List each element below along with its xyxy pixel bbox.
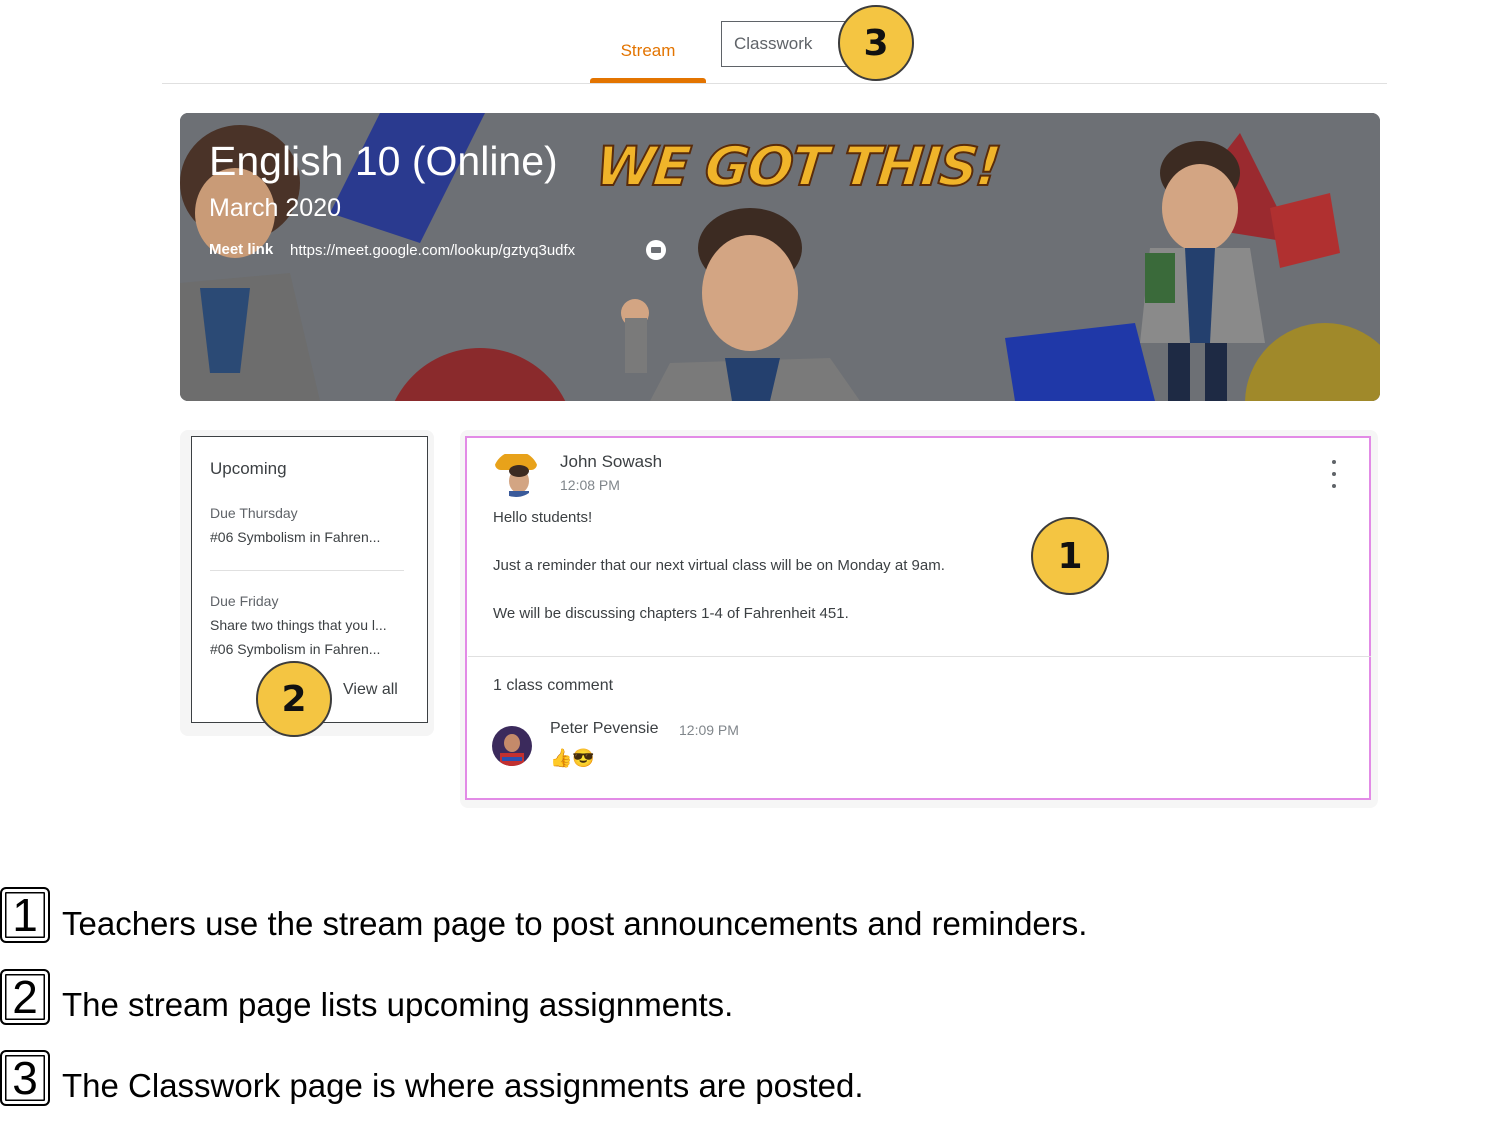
- upcoming-due-label: Due Thursday: [210, 505, 298, 521]
- upcoming-separator: [210, 570, 404, 571]
- author-avatar: [493, 451, 539, 497]
- comment-separator: [468, 656, 1371, 657]
- upcoming-assignment-link[interactable]: #06 Symbolism in Fahren...: [210, 529, 380, 545]
- class-title: English 10 (Online): [209, 138, 558, 184]
- comment-timestamp: 12:09 PM: [679, 722, 739, 738]
- callout-3: 3: [838, 5, 914, 81]
- more-vert-icon[interactable]: [1326, 460, 1342, 488]
- view-all-link[interactable]: View all: [343, 681, 398, 699]
- post-timestamp: 12:08 PM: [560, 477, 620, 493]
- copy-link-icon[interactable]: [645, 240, 667, 262]
- legend-text-2: The stream page lists upcoming assignmen…: [62, 986, 734, 1023]
- legend-text-1: Teachers use the stream page to post ann…: [62, 905, 1088, 942]
- post-line: We will be discussing chapters 1-4 of Fa…: [493, 605, 849, 622]
- banner-slogan: WE GOT THIS!: [592, 134, 1003, 199]
- tab-divider: [162, 83, 1387, 84]
- legend-number-3: 3: [0, 1050, 50, 1106]
- comment-text: 👍😎: [550, 748, 595, 768]
- legend-number-1: 1: [0, 887, 50, 943]
- tab-classwork[interactable]: Classwork: [721, 21, 851, 67]
- tab-classwork-label: Classwork: [734, 34, 813, 53]
- post-line: Hello students!: [493, 509, 593, 526]
- callout-1: 1: [1031, 517, 1109, 595]
- class-subtitle: March 2020: [209, 194, 342, 222]
- meet-link-label: Meet link: [209, 241, 274, 258]
- tab-stream-label: Stream: [620, 41, 676, 60]
- comment-author: Peter Pevensie: [550, 720, 659, 737]
- legend-number-2: 2: [0, 969, 50, 1025]
- class-comment-count[interactable]: 1 class comment: [493, 677, 613, 695]
- meet-link-url[interactable]: https://meet.google.com/lookup/gztyq3udf…: [290, 242, 575, 259]
- upcoming-title: Upcoming: [210, 459, 287, 478]
- legend-text-3: The Classwork page is where assignments …: [62, 1067, 864, 1104]
- upcoming-due-label: Due Friday: [210, 593, 279, 609]
- post-line: Just a reminder that our next virtual cl…: [493, 557, 945, 574]
- active-tab-indicator: [590, 78, 706, 83]
- commenter-avatar: [492, 726, 532, 766]
- tab-stream[interactable]: Stream: [590, 20, 706, 82]
- callout-2: 2: [256, 661, 332, 737]
- post-author: John Sowash: [560, 452, 663, 471]
- upcoming-assignment-link[interactable]: #06 Symbolism in Fahren...: [210, 641, 380, 657]
- upcoming-assignment-link[interactable]: Share two things that you l...: [210, 617, 387, 633]
